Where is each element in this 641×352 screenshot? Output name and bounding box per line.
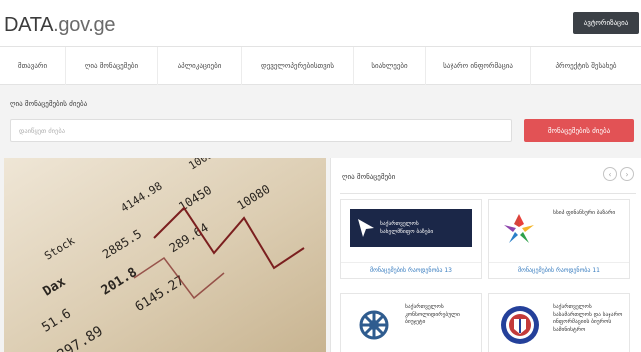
dataset-count-link[interactable]: მონაცემების რაოდენობა 11: [489, 262, 629, 278]
logo-domain: .gov.ge: [53, 14, 116, 36]
featured-datasets-panel: ღია მონაცემები ‹ › საქართველოს სახელმწიფ…: [330, 158, 641, 352]
org-name: საქართველოს კონსოლიდირებული ბიუჯეტი: [405, 304, 460, 325]
cursor-logo-icon: [358, 219, 374, 237]
nav-item-apps[interactable]: აპლიკაციები: [158, 47, 242, 85]
nav-item-open-data[interactable]: ღია მონაცემები: [66, 47, 158, 85]
search-title: ღია მონაცემების ძიება: [10, 100, 88, 108]
org-name: საქართველოს სასამართლოს და საჯარო ინფორმ…: [553, 304, 623, 333]
org-card[interactable]: საქართველოს სასამართლოს და საჯარო ინფორმ…: [488, 293, 630, 352]
arrow-left-icon[interactable]: ‹: [603, 167, 617, 181]
hero-image: Stock 4144.98 10050 Dax 2885.5 10450 51.…: [4, 158, 326, 352]
dataset-count-link[interactable]: მონაცემების რაოდენობა 13: [341, 262, 481, 278]
arrow-right-icon[interactable]: ›: [620, 167, 634, 181]
org-card[interactable]: სსიპ ფინანსური ბაზარი მონაცემების რაოდენ…: [488, 199, 630, 279]
nav-item-public-info[interactable]: საჯარო ინფორმაცია: [426, 47, 531, 85]
banner-line-2: სახელმწიფო ბაზები: [380, 229, 434, 235]
nav-item-about[interactable]: პროექტის შესახებ: [531, 47, 641, 85]
logo-main: DATA: [4, 14, 54, 36]
search-input[interactable]: დაიწყეთ ძიება: [10, 119, 512, 142]
page: DATA.gov.ge ავტორიზაცია მთავარი ღია მონა…: [0, 0, 641, 352]
site-logo[interactable]: DATA.gov.ge: [4, 14, 116, 37]
panel-divider: [340, 193, 636, 194]
search-button[interactable]: მონაცემების ძიება: [524, 119, 634, 142]
star-logo-icon: [504, 214, 534, 243]
nav-item-developers[interactable]: დეველოპერებისთვის: [242, 47, 354, 85]
nav-item-home[interactable]: მთავარი: [0, 47, 66, 85]
nav-item-news[interactable]: სიახლეები: [354, 47, 426, 85]
main-nav: მთავარი ღია მონაცემები აპლიკაციები დეველ…: [0, 47, 641, 85]
seal-logo-icon: [501, 306, 539, 344]
org-card[interactable]: საქართველოს კონსოლიდირებული ბიუჯეტი: [340, 293, 482, 352]
site-header: DATA.gov.ge ავტორიზაცია: [0, 0, 641, 47]
org-name: სსიპ ფინანსური ბაზარი: [553, 210, 616, 216]
org-card[interactable]: საქართველოს სახელმწიფო ბაზები მონაცემები…: [340, 199, 482, 279]
knot-logo-icon: [359, 310, 389, 340]
org-banner: საქართველოს სახელმწიფო ბაზები: [350, 209, 472, 247]
panel-title: ღია მონაცემები: [342, 173, 396, 181]
banner-line-1: საქართველოს: [380, 221, 419, 227]
login-button[interactable]: ავტორიზაცია: [573, 12, 639, 34]
search-section: ღია მონაცემების ძიება დაიწყეთ ძიება მონა…: [0, 86, 641, 154]
stock-paper-illustration: Stock 4144.98 10050 Dax 2885.5 10450 51.…: [4, 158, 326, 352]
